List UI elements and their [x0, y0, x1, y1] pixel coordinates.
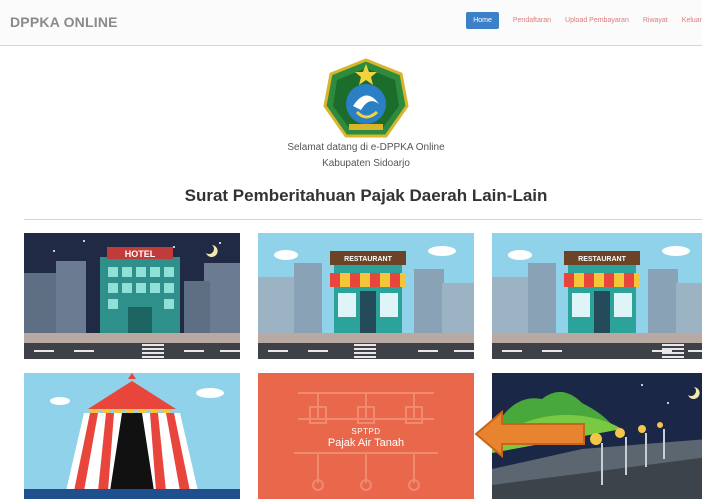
tile-pajak-air-tanah[interactable]: SPTPD Pajak Air Tanah	[258, 373, 474, 499]
restaurant-sign-2: RESTAURANT	[578, 256, 626, 263]
restaurant-sign: RESTAURANT	[344, 256, 392, 263]
sidoarjo-emblem-icon	[323, 58, 409, 138]
nav-item-keluar[interactable]: Keluar	[682, 17, 702, 24]
page-title: Surat Pemberitahuan Pajak Daerah Lain-La…	[184, 186, 548, 205]
tile-restaurant[interactable]: RESTAURANT	[258, 233, 474, 359]
nav-item-upload[interactable]: Upload Pembayaran	[565, 17, 629, 24]
brand-logo-text[interactable]: DPPKA ONLINE	[10, 14, 118, 30]
tile-entertainment[interactable]	[24, 373, 240, 499]
circus-tent-icon	[24, 373, 240, 499]
groundwater-icon	[294, 392, 438, 491]
region-text: Kabupaten Sidoarjo	[322, 158, 410, 169]
nav-item-home[interactable]: Home	[466, 12, 499, 29]
navbar: DPPKA ONLINE Home Pendaftaran Upload Pem…	[0, 0, 702, 46]
welcome-text: Selamat datang di e-DPPKA Online	[287, 142, 445, 153]
hotel-sign: HOTEL	[125, 249, 156, 259]
restaurant-icon: RESTAURANT	[258, 233, 474, 359]
tile-subtitle: Pajak Air Tanah	[327, 437, 405, 449]
nav-item-pendaftaran[interactable]: Pendaftaran	[513, 17, 551, 24]
hotel-icon: HOTEL	[24, 233, 240, 359]
tile-hotel[interactable]: HOTEL	[24, 233, 240, 359]
restaurant-icon: RESTAURANT	[492, 233, 702, 359]
arrow-left-icon	[474, 410, 585, 458]
nav-item-riwayat[interactable]: Riwayat	[643, 17, 668, 24]
page: DPPKA ONLINE Home Pendaftaran Upload Pem…	[0, 0, 702, 501]
nav-menu: Home Pendaftaran Upload Pembayaran Riway…	[466, 12, 702, 29]
tile-restaurant-2[interactable]: RESTAURANT	[492, 233, 702, 359]
divider	[24, 219, 702, 220]
tile-caption: SPTPD	[351, 427, 381, 436]
